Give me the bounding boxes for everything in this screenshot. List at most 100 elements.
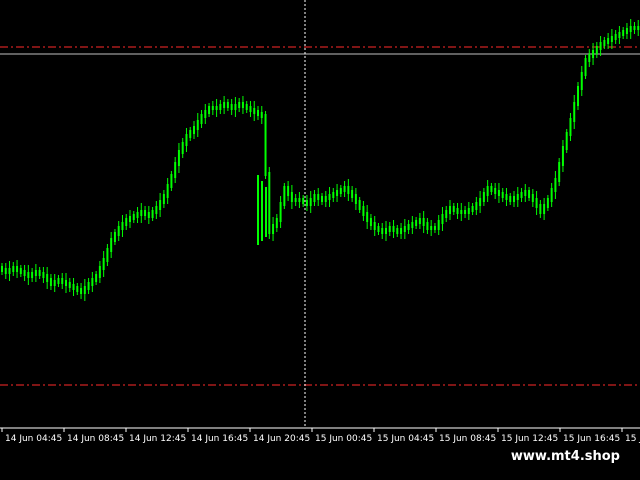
candle-body [1,266,3,272]
candle-body [249,106,252,112]
x-tick-label: 15 Jun 00:45 [315,434,372,444]
candle-body [452,206,455,212]
candle-body [490,186,493,192]
x-tick-label: 14 Jun 20:45 [253,434,310,444]
candle-body [151,210,154,218]
candle-body [121,222,124,230]
candle-body [592,50,595,58]
candle-body [637,26,640,30]
candle-body [584,58,587,76]
candle-body [358,200,361,210]
candle-body [298,198,301,202]
candle-body [117,226,120,236]
candle-body [467,208,470,214]
candle-body [437,220,440,230]
candle-body [230,104,233,110]
candle-body [241,102,244,108]
candle-body [441,214,444,224]
candle-body [418,218,421,224]
candle-body [196,120,199,130]
candle-body [275,218,278,228]
candle-body [433,226,436,230]
candle-body [622,30,625,36]
candle-body [223,102,226,108]
candle-body [279,202,282,222]
candle-body [411,222,414,228]
candle-body [313,194,316,202]
candle-body [479,198,482,206]
candle-body [268,172,271,234]
candle-body [102,258,105,270]
candle-body [53,280,56,286]
x-tick-label: 15 Jun 04:45 [377,434,434,444]
candle-body [460,210,463,214]
candle-body [38,270,41,276]
candle-body [91,278,94,286]
candle-body [208,106,211,114]
candle-body [618,32,621,38]
candle-body [27,272,30,278]
candle-body [189,130,192,138]
candle-body [415,220,418,226]
candle-body [260,112,263,118]
candle-body [193,126,195,134]
candle-body [494,188,497,194]
candle-body [113,232,116,242]
candle-body [321,196,323,202]
candle-body [12,266,15,272]
candle-body [430,226,433,230]
watermark-badge: www.mt4.shop [500,444,630,470]
candle-body [603,40,606,46]
candle-body [302,198,305,204]
candle-body [588,54,591,62]
candle-body [385,228,387,234]
candle-body [264,114,267,176]
candle-body [185,134,188,146]
candle-body [226,102,229,108]
candle-body [558,162,561,182]
candle-body [317,194,320,200]
candle-body [362,206,365,216]
candle-body [42,272,45,278]
candle-body [573,102,576,122]
candle-body [524,190,527,196]
candle-body [486,186,489,196]
candle-body [396,228,399,234]
candle-body [324,196,327,202]
x-tick-label: 14 Jun 04:45 [5,434,62,444]
candle-body [129,216,131,222]
candle-body [215,106,218,110]
candle-body [497,190,500,196]
candle-body [400,228,403,234]
candle-body [177,150,180,166]
candle-body [403,226,406,232]
candle-body [513,196,515,202]
candle-body [287,186,290,196]
x-tick-label: 15 Jun 08:45 [439,434,496,444]
candle-body [528,190,531,198]
price-chart: 14 Jun 04:45 14 Jun 08:45 14 Jun 12:45 14 J… [0,0,640,480]
candle-body [531,194,534,202]
candle-body [539,204,542,214]
candle-body [136,212,139,218]
candle-body [87,282,90,290]
candle-body [290,192,293,202]
candle-body [204,110,207,118]
candle-body [95,274,98,282]
candle-body [599,42,602,50]
candle-body [554,178,557,192]
candle-body [501,192,504,198]
candle-body [449,206,451,214]
candle-body [46,274,49,282]
candle-body [625,28,628,34]
candle-body [106,248,109,262]
candle-body [388,226,391,232]
candle-body [475,202,478,210]
candle-body [31,272,34,278]
candle-body [140,210,143,216]
candle-body [16,266,19,272]
candle-body [520,192,523,198]
candle-body [407,224,410,230]
candle-body [132,214,135,220]
x-tick-label: 15 Jun 16:45 [563,434,620,444]
